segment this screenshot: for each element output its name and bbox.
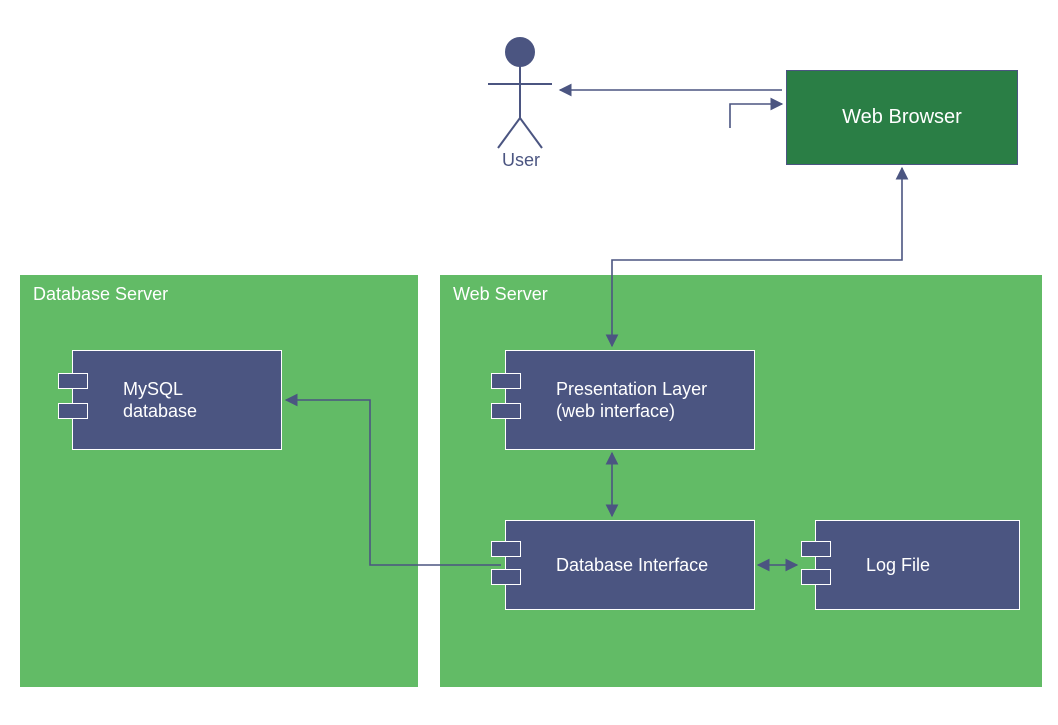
edge-browser-presentation — [612, 168, 902, 346]
connectors-layer — [0, 0, 1058, 725]
edge-user-browser-elbow — [730, 104, 782, 128]
edge-dbinterface-mysql — [286, 400, 501, 565]
diagram-canvas: Database Server Web Server MySQL databas… — [0, 0, 1058, 725]
